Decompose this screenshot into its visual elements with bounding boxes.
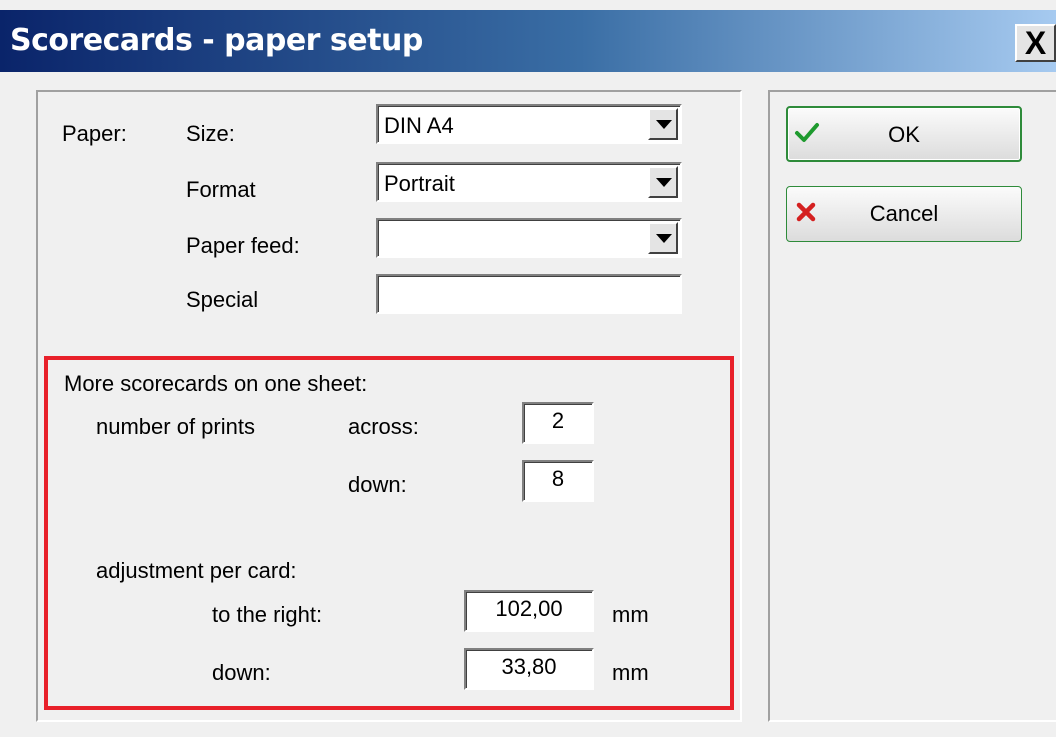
format-select[interactable]: Portrait bbox=[376, 162, 682, 202]
right-unit-label: mm bbox=[612, 602, 649, 627]
close-icon: X bbox=[1024, 24, 1047, 61]
size-label: Size: bbox=[186, 121, 235, 146]
size-select-value: DIN A4 bbox=[384, 113, 454, 138]
window-title: Scorecards - paper setup bbox=[10, 23, 423, 58]
paper-label: Paper: bbox=[62, 121, 127, 146]
paper-feed-label: Paper feed: bbox=[186, 233, 300, 258]
title-bar[interactable]: Scorecards - paper setup X bbox=[0, 10, 1056, 72]
special-input[interactable] bbox=[376, 274, 682, 314]
close-button[interactable]: X bbox=[1015, 24, 1056, 62]
paper-feed-dropdown-arrow-icon[interactable] bbox=[648, 222, 678, 254]
special-label: Special bbox=[186, 287, 259, 312]
cancel-label: Cancel bbox=[869, 201, 939, 226]
format-dropdown-arrow-icon[interactable] bbox=[648, 166, 678, 198]
highlight-frame bbox=[44, 356, 734, 710]
to-the-right-label: to the right: bbox=[212, 602, 323, 627]
paper-feed-select[interactable] bbox=[376, 218, 682, 258]
number-of-prints-label: number of prints bbox=[96, 414, 255, 439]
paper-setup-dialog: Scorecards - paper setup X Paper: Size: … bbox=[0, 0, 1056, 737]
format-select-value: Portrait bbox=[384, 171, 455, 196]
down-offset-input[interactable]: 33,80 bbox=[464, 648, 594, 690]
down-input[interactable]: 8 bbox=[522, 460, 594, 502]
format-label: Format bbox=[186, 177, 256, 202]
right-offset-input[interactable]: 102,00 bbox=[464, 590, 594, 632]
size-dropdown-arrow-icon[interactable] bbox=[648, 108, 678, 140]
adjustment-per-card-label: adjustment per card: bbox=[96, 558, 297, 583]
ok-button[interactable]: OK bbox=[786, 106, 1022, 162]
across-input[interactable]: 2 bbox=[522, 402, 594, 444]
down-label: down: bbox=[348, 472, 407, 497]
down-unit-label: mm bbox=[612, 660, 649, 685]
cancel-button[interactable]: Cancel bbox=[786, 186, 1022, 242]
ok-label: OK bbox=[888, 122, 920, 147]
buttons-panel bbox=[768, 90, 1056, 722]
across-label: across: bbox=[348, 414, 419, 439]
more-scorecards-heading: More scorecards on one sheet: bbox=[64, 371, 368, 396]
size-select[interactable]: DIN A4 bbox=[376, 104, 682, 144]
adjust-down-label: down: bbox=[212, 660, 271, 685]
